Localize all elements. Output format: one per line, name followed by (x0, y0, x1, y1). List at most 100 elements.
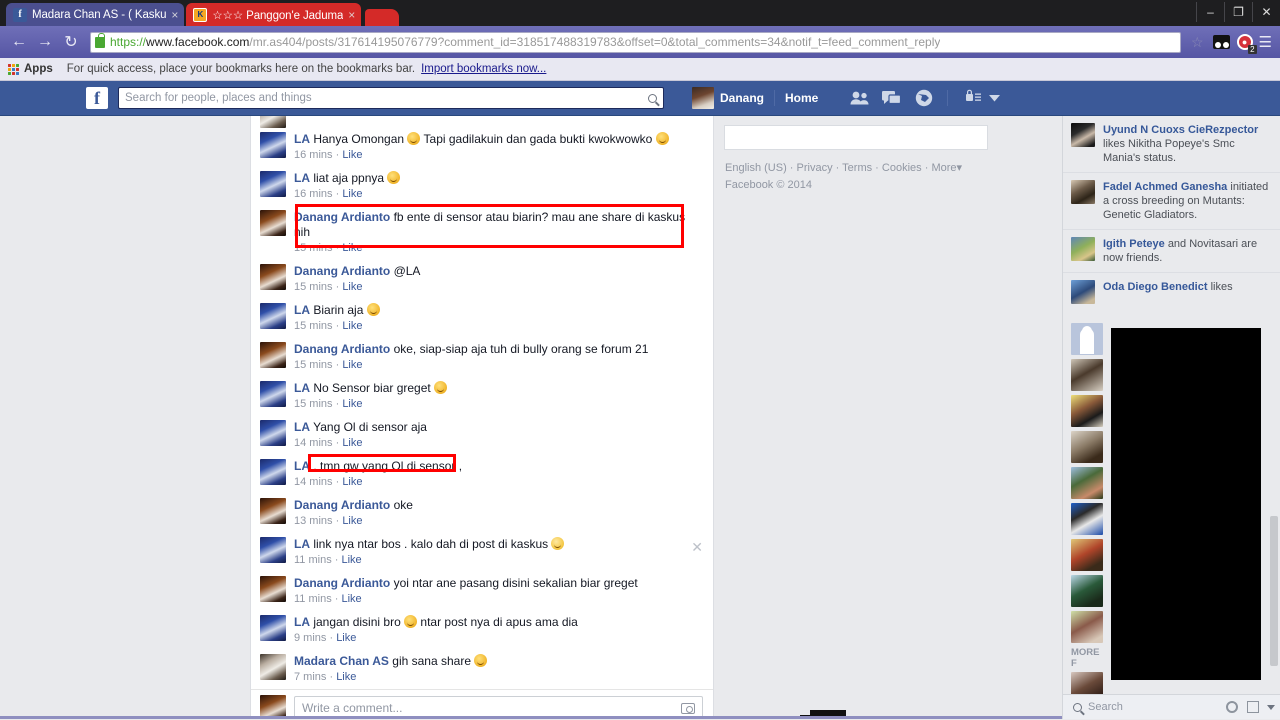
camera-icon[interactable] (681, 702, 695, 714)
avatar[interactable] (260, 576, 286, 602)
like-link[interactable]: Like (342, 281, 362, 293)
like-link[interactable]: Like (342, 359, 362, 371)
like-link[interactable]: Like (336, 671, 356, 683)
avatar[interactable] (260, 116, 286, 128)
like-link[interactable]: Like (342, 476, 362, 488)
avatar[interactable] (260, 381, 286, 407)
chat-contact-avatar[interactable] (1071, 503, 1103, 535)
avatar[interactable] (260, 171, 286, 197)
comment-author[interactable]: Madara Chan AS (294, 654, 389, 668)
more-friends-label[interactable]: MORE F (1071, 647, 1103, 669)
avatar[interactable] (260, 459, 286, 485)
gear-icon[interactable] (1226, 701, 1238, 713)
back-icon[interactable]: ← (6, 29, 32, 55)
comment-author[interactable]: LA (294, 420, 310, 434)
avatar[interactable] (260, 615, 286, 641)
avatar[interactable] (260, 264, 286, 290)
avatar[interactable] (260, 498, 286, 524)
browser-tab-0[interactable]: f Madara Chan AS - ( Kasku × (6, 3, 185, 26)
like-link[interactable]: Like (342, 320, 362, 332)
comment-author[interactable]: Danang Ardianto (294, 576, 390, 590)
minimize-button[interactable]: – (1196, 2, 1224, 22)
reload-icon[interactable]: ↻ (58, 29, 84, 55)
chevron-down-icon[interactable]: ▾ (957, 162, 963, 174)
chat-contact-avatar[interactable] (1071, 323, 1103, 355)
new-message-icon[interactable] (1247, 701, 1259, 713)
chat-contact-avatar[interactable] (1071, 539, 1103, 571)
chat-contact-avatar[interactable] (1071, 395, 1103, 427)
home-link[interactable]: Home (775, 91, 828, 105)
like-link[interactable]: Like (342, 515, 362, 527)
comment-author[interactable]: LA (294, 459, 310, 473)
like-link[interactable]: Like (342, 398, 362, 410)
forward-icon[interactable]: → (32, 29, 58, 55)
facebook-logo-icon[interactable]: f (86, 87, 108, 109)
comment-author[interactable]: Danang Ardianto (294, 498, 390, 512)
ticker-name[interactable]: Oda Diego Benedict (1103, 281, 1208, 293)
bookmark-star-icon[interactable]: ☆ (1191, 34, 1204, 51)
messages-icon[interactable] (882, 90, 902, 107)
notifications-icon[interactable] (914, 89, 933, 107)
comment-author[interactable]: Danang Ardianto (294, 210, 390, 224)
ticker-name[interactable]: Fadel Achmed Ganesha (1103, 181, 1227, 193)
like-link[interactable]: Like (341, 554, 361, 566)
chat-contact-avatar[interactable] (1071, 611, 1103, 643)
comment-author[interactable]: LA (294, 381, 310, 395)
avatar[interactable] (260, 342, 286, 368)
close-icon[interactable]: ✕ (691, 539, 703, 556)
profile-link[interactable]: Danang (720, 91, 774, 105)
extension-icon[interactable] (1212, 32, 1232, 52)
chevron-down-icon[interactable] (989, 89, 1001, 107)
ticker-item[interactable]: Igith Peteye and Novitasari are now frie… (1063, 230, 1280, 273)
comment-author[interactable]: Danang Ardianto (294, 342, 390, 356)
search-icon[interactable] (648, 93, 657, 103)
avatar[interactable] (260, 132, 286, 158)
avatar[interactable] (1071, 123, 1095, 147)
footer-link-privacy[interactable]: Privacy (797, 162, 833, 174)
footer-link-cookies[interactable]: Cookies (882, 162, 922, 174)
footer-link-more[interactable]: More (931, 162, 956, 174)
ticker-name[interactable]: Igith Peteye (1103, 238, 1165, 250)
chat-contact-avatar[interactable] (1071, 467, 1103, 499)
comment-author[interactable]: LA (294, 303, 310, 317)
comment-author[interactable]: LA (294, 615, 310, 629)
footer-link-terms[interactable]: Terms (842, 162, 872, 174)
new-tab-button[interactable] (365, 9, 400, 26)
adblock-icon[interactable]: ● 2 (1235, 32, 1257, 54)
avatar[interactable] (1071, 280, 1095, 304)
avatar[interactable] (692, 87, 714, 109)
tab-close-icon[interactable]: × (348, 8, 355, 22)
apps-grid-icon[interactable] (8, 63, 19, 75)
avatar[interactable] (260, 210, 286, 236)
avatar[interactable] (260, 537, 286, 563)
like-link[interactable]: Like (336, 632, 356, 644)
comment-input[interactable] (302, 701, 681, 715)
ticker-scrollbar[interactable] (1270, 516, 1278, 666)
ticker-name[interactable]: Uyund N Cuoxs CieRezpector (1103, 124, 1258, 136)
privacy-lock-icon[interactable] (966, 89, 982, 108)
chevron-down-icon[interactable] (1267, 704, 1275, 710)
avatar[interactable] (260, 420, 286, 446)
address-bar[interactable]: https://www.facebook.com/mr.as404/posts/… (90, 31, 1181, 53)
browser-tab-1[interactable]: K ☆☆☆ Panggon'e Jaduma × (186, 3, 362, 26)
comment-author[interactable]: LA (294, 537, 310, 551)
apps-label[interactable]: Apps (24, 63, 53, 75)
like-link[interactable]: Like (342, 149, 362, 161)
browser-menu-icon[interactable]: ☰ (1259, 33, 1272, 51)
avatar[interactable] (260, 303, 286, 329)
comment-author[interactable]: Danang Ardianto (294, 264, 390, 278)
ticker-item[interactable]: Oda Diego Benedict likes (1063, 273, 1280, 311)
facebook-search-box[interactable] (118, 87, 664, 109)
search-input[interactable] (125, 92, 644, 104)
import-bookmarks-link[interactable]: Import bookmarks now... (421, 63, 546, 75)
like-link[interactable]: Like (341, 593, 361, 605)
friend-requests-icon[interactable] (850, 90, 869, 107)
chat-search[interactable]: Search (1069, 701, 1226, 713)
avatar[interactable] (1071, 180, 1095, 204)
like-link[interactable]: Like (342, 242, 362, 254)
like-link[interactable]: Like (342, 188, 362, 200)
comment-author[interactable]: LA (294, 132, 310, 146)
ticker-item[interactable]: Fadel Achmed Ganesha initiated a cross b… (1063, 173, 1280, 230)
maximize-button[interactable]: ❐ (1224, 2, 1252, 22)
chat-contact-avatar[interactable] (1071, 575, 1103, 607)
